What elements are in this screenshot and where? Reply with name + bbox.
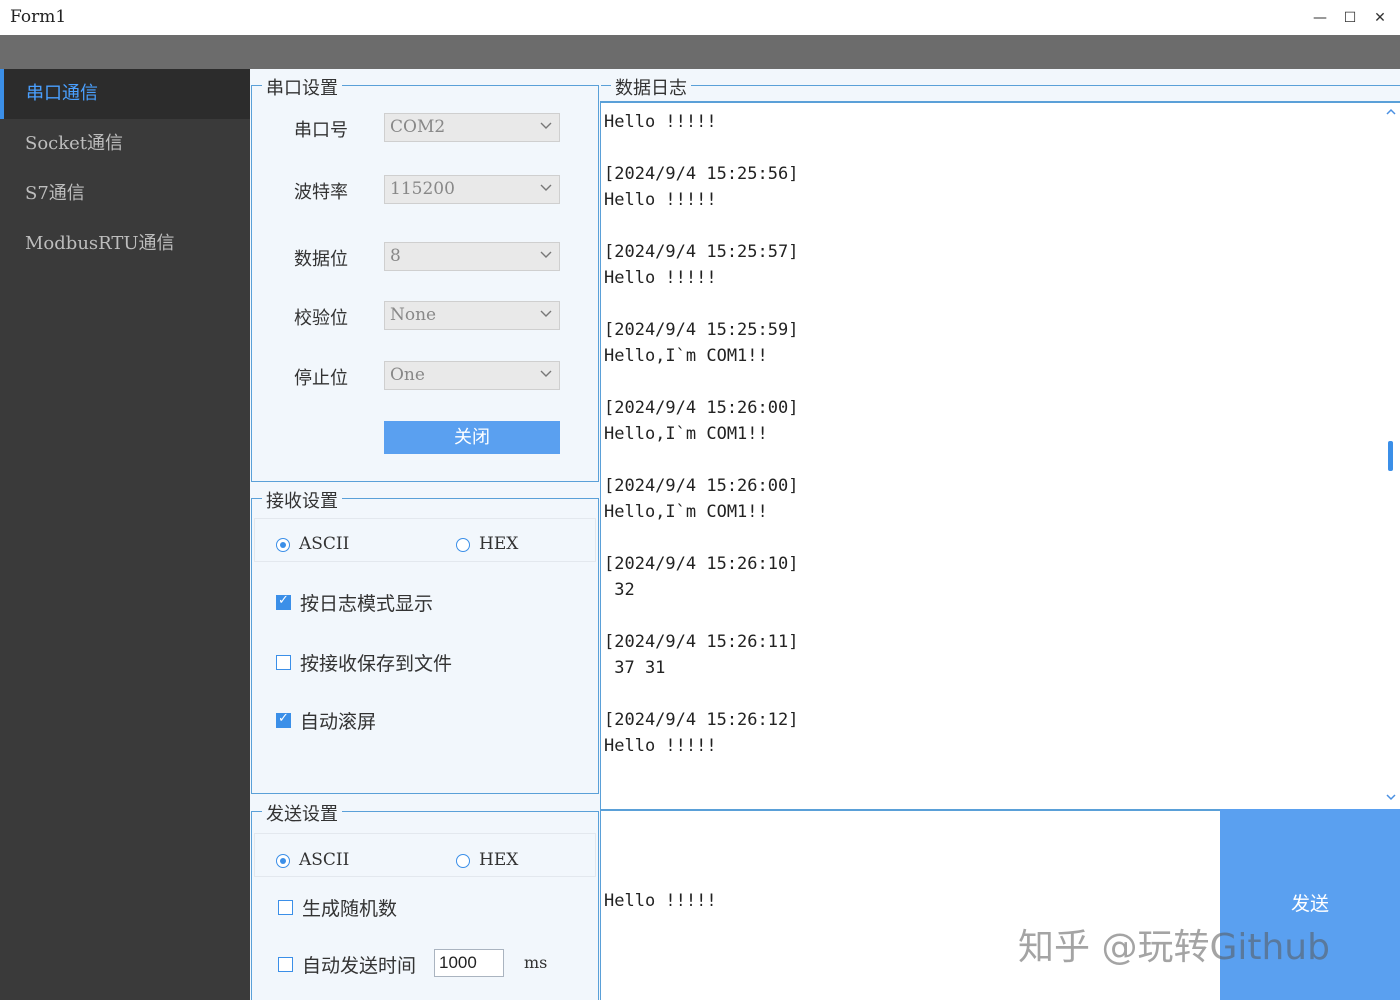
log-mode-checkbox[interactable] bbox=[276, 593, 291, 610]
maximize-button[interactable]: ☐ bbox=[1336, 4, 1364, 32]
save-file-checkbox[interactable] bbox=[276, 655, 291, 670]
log-mode-label: 按日志模式显示 bbox=[300, 593, 434, 615]
databits-value: 8 bbox=[390, 246, 401, 266]
send-text: Hello !!!!! bbox=[604, 891, 717, 911]
sidebar-item-socket[interactable]: Socket通信 bbox=[0, 119, 250, 169]
send-hex-radio[interactable] bbox=[456, 854, 470, 868]
watermark: 知乎 @玩转Github bbox=[1018, 927, 1330, 968]
auto-send-checkbox[interactable] bbox=[278, 957, 293, 972]
scrollbar-graphic bbox=[1386, 108, 1396, 801]
interval-unit: ms bbox=[524, 953, 548, 972]
title-bar: Form1 — ☐ ✕ bbox=[0, 0, 1400, 35]
receive-ascii-radio[interactable] bbox=[276, 538, 290, 552]
minimize-button[interactable]: — bbox=[1306, 4, 1334, 32]
chevron-down-icon bbox=[540, 310, 552, 317]
port-select[interactable]: COM2 bbox=[384, 113, 560, 142]
random-label: 生成随机数 bbox=[302, 898, 398, 920]
send-ascii-label: ASCII bbox=[299, 850, 350, 870]
parity-select[interactable]: None bbox=[384, 301, 560, 330]
send-hex-label: HEX bbox=[479, 850, 519, 870]
receive-ascii-label: ASCII bbox=[299, 534, 350, 554]
close-port-button[interactable]: 关闭 bbox=[384, 421, 560, 454]
receive-settings-legend: 接收设置 bbox=[262, 487, 342, 513]
serial-settings-legend: 串口设置 bbox=[262, 74, 342, 100]
close-window-button[interactable]: ✕ bbox=[1366, 4, 1394, 32]
chevron-down-icon bbox=[540, 122, 552, 129]
interval-input[interactable]: 1000 bbox=[434, 949, 504, 977]
data-log-text: Hello !!!!! [2024/9/4 15:25:56] Hello !!… bbox=[604, 112, 799, 756]
port-value: COM2 bbox=[390, 117, 446, 137]
parity-label: 校验位 bbox=[294, 308, 348, 329]
window-title: Form1 bbox=[10, 7, 67, 27]
port-label: 串口号 bbox=[294, 120, 348, 141]
sidebar-item-modbusrtu[interactable]: ModbusRTU通信 bbox=[0, 219, 250, 269]
parity-value: None bbox=[390, 305, 437, 325]
databits-select[interactable]: 8 bbox=[384, 242, 560, 271]
chevron-down-icon bbox=[540, 370, 552, 377]
send-button[interactable]: 发送 bbox=[1220, 809, 1400, 1000]
scroll-thumb bbox=[1388, 441, 1393, 471]
send-settings-legend: 发送设置 bbox=[262, 800, 342, 826]
toolbar-band bbox=[0, 35, 1400, 69]
send-textarea[interactable]: Hello !!!!! bbox=[600, 809, 1220, 1000]
save-file-label: 按接收保存到文件 bbox=[300, 653, 453, 675]
data-log-legend: 数据日志 bbox=[611, 74, 691, 100]
baud-select[interactable]: 115200 bbox=[384, 175, 560, 204]
auto-scroll-checkbox[interactable] bbox=[276, 711, 291, 728]
auto-send-label: 自动发送时间 bbox=[302, 955, 417, 977]
data-log-textarea[interactable]: Hello !!!!! [2024/9/4 15:25:56] Hello !!… bbox=[600, 101, 1400, 809]
sidebar-item-s7[interactable]: S7通信 bbox=[0, 169, 250, 219]
baud-value: 115200 bbox=[390, 179, 455, 199]
stopbits-label: 停止位 bbox=[294, 368, 348, 389]
stopbits-select[interactable]: One bbox=[384, 361, 560, 390]
random-checkbox[interactable] bbox=[278, 900, 293, 915]
receive-hex-radio[interactable] bbox=[456, 538, 470, 552]
baud-label: 波特率 bbox=[294, 182, 348, 203]
databits-label: 数据位 bbox=[294, 249, 348, 270]
chevron-down-icon bbox=[540, 251, 552, 258]
send-ascii-radio[interactable] bbox=[276, 854, 290, 868]
scroll-up-icon bbox=[1386, 108, 1396, 115]
sidebar-item-serial[interactable]: 串口通信 bbox=[0, 69, 250, 119]
stopbits-value: One bbox=[390, 365, 425, 385]
scroll-down-icon bbox=[1386, 794, 1396, 801]
chevron-down-icon bbox=[540, 184, 552, 191]
log-scrollbar[interactable] bbox=[1384, 103, 1398, 809]
receive-hex-label: HEX bbox=[479, 534, 519, 554]
sidebar: 串口通信 Socket通信 S7通信 ModbusRTU通信 bbox=[0, 69, 250, 1000]
auto-scroll-label: 自动滚屏 bbox=[300, 711, 377, 733]
